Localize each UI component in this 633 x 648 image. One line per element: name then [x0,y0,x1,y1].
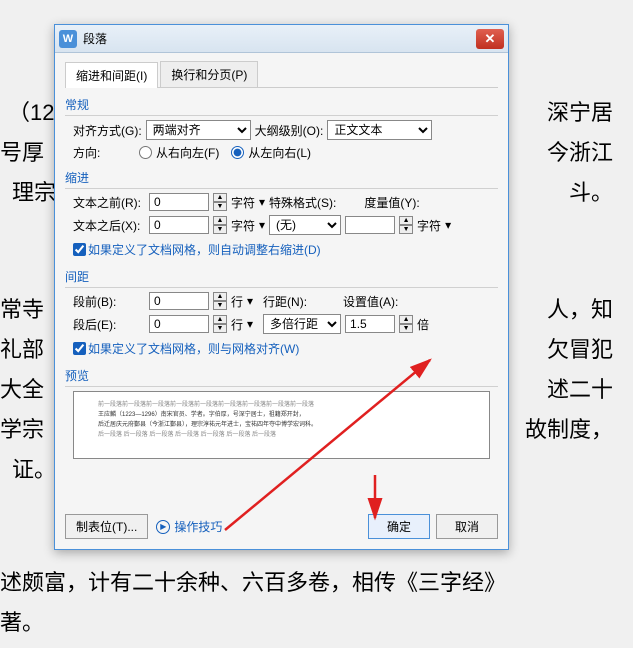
unit-times: 倍 [417,316,429,333]
tab-line-page-break[interactable]: 换行和分页(P) [160,61,258,87]
label-line-spacing: 行距(N): [263,293,307,310]
tips-link[interactable]: ▶ 操作技巧 [156,518,222,535]
set-value-input[interactable] [345,315,395,333]
text-before-input[interactable] [149,193,209,211]
ok-button[interactable]: 确定 [368,514,430,539]
app-icon: W [59,30,77,48]
label-direction: 方向: [73,144,135,161]
radio-ltr-wrap[interactable]: 从左向右(L) [231,144,311,161]
bg-text: 学宗 [0,410,44,450]
unit-line: 行 [231,316,243,333]
bg-text: 欠冒犯 [547,330,613,370]
cancel-button[interactable]: 取消 [436,514,498,539]
tabstop-button[interactable]: 制表位(T)... [65,514,148,539]
preview-box: 前一段落前一段落前一段落前一段落前一段落前一段落前一段落前一段落前一段落 王应麟… [73,391,490,459]
bg-text: 理宗 [12,173,56,213]
label-align: 对齐方式(G): [73,122,142,139]
radio-ltr[interactable] [231,146,244,159]
special-format-combo[interactable]: (无) [269,215,341,235]
set-value-spinner[interactable]: ▲▼ [399,315,413,333]
preview-sample2: 后迁居庆元府鄞县（今浙江鄞县），理宗淳祐元年进士，宝祐四年夺中博学宏词科。 [98,420,465,430]
label-text-before: 文本之前(R): [73,194,145,211]
measure-value-input[interactable] [345,216,395,234]
outline-combo[interactable]: 正文文本 [327,120,432,140]
bg-text: 号厚 [0,133,44,173]
bg-text: 述二十 [547,370,613,410]
bg-text: 人，知 [547,290,613,330]
label-ltr: 从左向右(L) [248,144,311,161]
bg-text: 今浙江 [547,133,613,173]
label-special-format: 特殊格式(S): [269,194,336,211]
space-before-spinner[interactable]: ▲▼ [213,292,227,310]
text-before-spinner[interactable]: ▲▼ [213,193,227,211]
label-set-value: 设置值(A): [343,293,398,310]
grid-spacing-checkbox[interactable] [73,342,86,355]
bg-text: 故制度， [525,410,613,450]
bg-text: 深宁居 [547,93,613,133]
tab-strip: 缩进和间距(I) 换行和分页(P) [65,61,498,88]
bg-text: 常寺 [0,290,44,330]
space-after-input[interactable] [149,315,209,333]
dialog-title: 段落 [83,30,476,47]
label-measure-value: 度量值(Y): [364,194,419,211]
bg-text: 著。 [0,603,44,643]
label-text-after: 文本之后(X): [73,217,145,234]
paragraph-dialog: W 段落 ✕ 缩进和间距(I) 换行和分页(P) 常规 对齐方式(G): 两端对… [54,24,509,550]
bg-text: 大全 [0,370,44,410]
space-after-spinner[interactable]: ▲▼ [213,315,227,333]
unit-line: 行 [231,293,243,310]
unit-char: 字符 [231,194,255,211]
unit-char: 字符 [417,217,441,234]
preview-before: 前一段落前一段落前一段落前一段落前一段落前一段落前一段落前一段落前一段落 [98,400,465,410]
label-grid-indent: 如果定义了文档网格，则自动调整右缩进(D) [88,241,321,258]
text-after-spinner[interactable]: ▲▼ [213,216,227,234]
unit-char: 字符 [231,217,255,234]
tab-indent-spacing[interactable]: 缩进和间距(I) [65,62,158,88]
text-after-input[interactable] [149,216,209,234]
label-rtl: 从右向左(F) [156,144,219,161]
radio-rtl[interactable] [139,146,152,159]
bg-text: 斗。 [569,173,613,213]
section-spacing: 间距 [65,264,498,288]
label-grid-spacing: 如果定义了文档网格，则与网格对齐(W) [88,340,299,357]
bg-text: 证。 [12,450,56,490]
close-button[interactable]: ✕ [476,29,504,49]
grid-indent-checkbox[interactable] [73,243,86,256]
space-before-input[interactable] [149,292,209,310]
measure-spinner[interactable]: ▲▼ [399,216,413,234]
section-preview: 预览 [65,363,498,387]
section-indent: 缩进 [65,165,498,189]
label-outline: 大纲级别(O): [255,122,324,139]
play-icon: ▶ [156,520,170,534]
bg-text: 述颇富，计有二十余种、六百多卷，相传《三字经》 [0,563,506,603]
preview-sample1: 王应麟（1223—1296）南宋官员、学者。字伯厚，号深宁居士，祖籍郑开封， [98,410,465,420]
titlebar: W 段落 ✕ [55,25,508,53]
bg-text: 礼部 [0,330,44,370]
tips-label: 操作技巧 [174,518,222,535]
preview-after: 后一段落 后一段落 后一段落 后一段落 后一段落 后一段落 后一段落 [98,430,465,440]
line-spacing-combo[interactable]: 多倍行距 [263,314,341,334]
section-general: 常规 [65,92,498,116]
radio-rtl-wrap[interactable]: 从右向左(F) [139,144,219,161]
label-space-after: 段后(E): [73,316,145,333]
label-space-before: 段前(B): [73,293,145,310]
align-combo[interactable]: 两端对齐 [146,120,251,140]
